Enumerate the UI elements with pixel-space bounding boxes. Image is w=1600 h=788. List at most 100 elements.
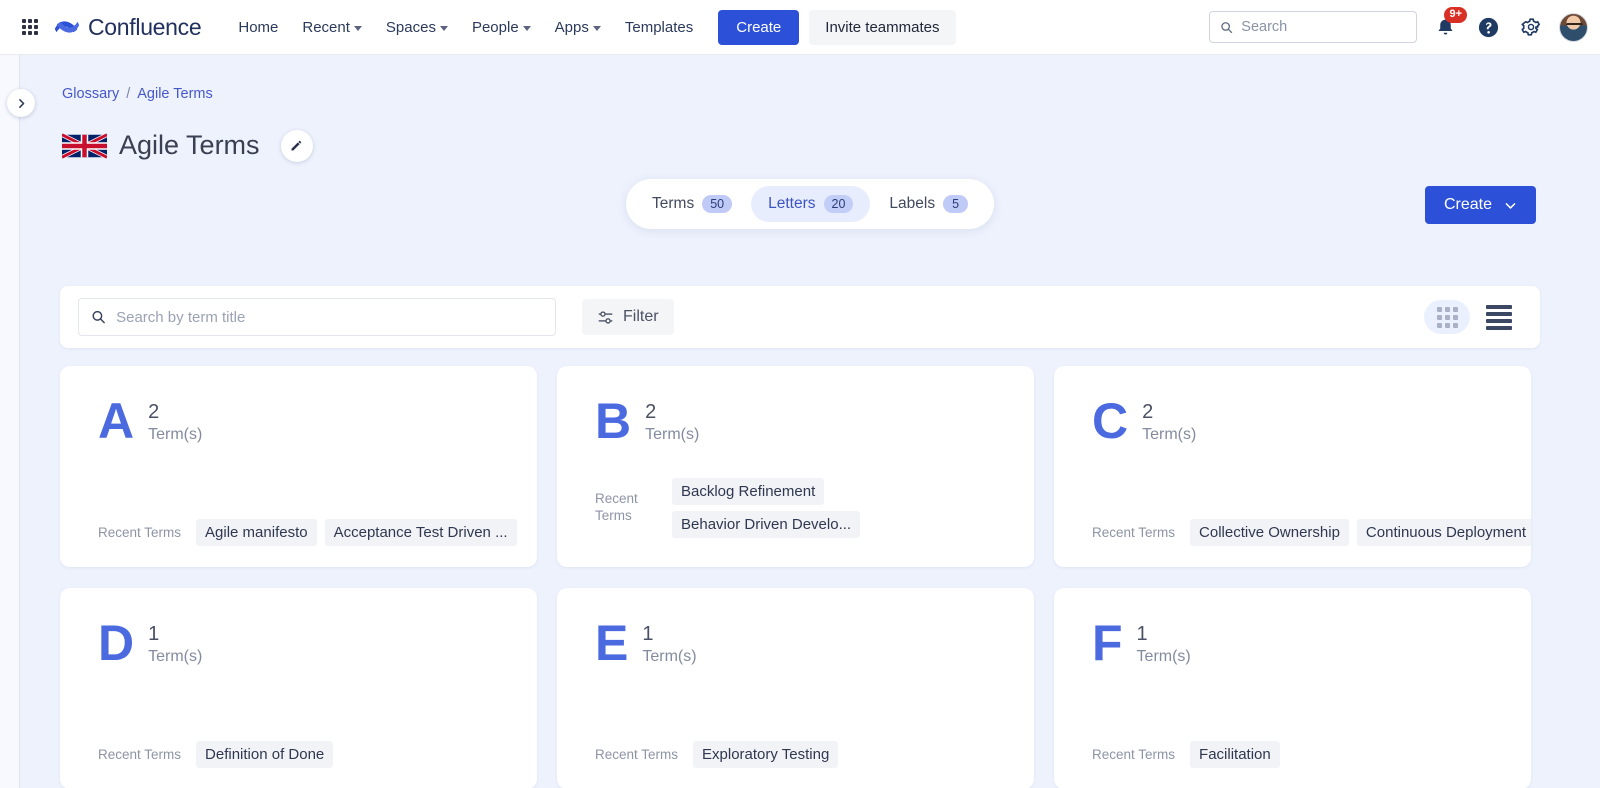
card-letter: B — [595, 393, 632, 449]
grid-view-icon — [1436, 306, 1458, 328]
card-header: C 2 Term(s) — [1092, 393, 1509, 449]
expand-sidebar-button[interactable] — [7, 89, 35, 117]
topnav-right-actions: 9+ — [1209, 7, 1588, 43]
breadcrumb-separator: / — [126, 86, 131, 102]
recent-terms-label: Recent Terms — [1092, 747, 1176, 762]
card-term-count-label: Term(s) — [1136, 648, 1191, 665]
sliders-icon — [598, 310, 613, 324]
chevron-down-icon — [592, 25, 601, 31]
grid-view-button[interactable] — [1424, 300, 1470, 334]
recent-terms-row: Recent Terms Backlog Refinement Behavior… — [595, 478, 1034, 538]
recent-terms-chips: Backlog Refinement Behavior Driven Devel… — [672, 478, 861, 538]
chevron-right-icon — [18, 98, 24, 108]
term-chip[interactable]: Continuous Deployment — [1356, 519, 1531, 546]
tab-terms[interactable]: Terms 50 — [635, 186, 749, 222]
nav-item-apps[interactable]: Apps — [544, 12, 612, 43]
nav-item-apps-label: Apps — [554, 18, 589, 36]
nav-item-people[interactable]: People — [461, 12, 542, 43]
letter-card-e[interactable]: E 1 Term(s) Recent Terms Exploratory Tes… — [557, 588, 1034, 788]
card-header: A 2 Term(s) — [98, 393, 515, 449]
card-term-count: 2 — [645, 401, 657, 423]
recent-terms-chips: Facilitation — [1190, 741, 1280, 768]
recent-terms-row: Recent Terms Definition of Done — [98, 741, 537, 768]
breadcrumb-glossary-link[interactable]: Glossary — [62, 86, 119, 102]
term-search-box[interactable] — [78, 298, 556, 336]
letter-card-grid: A 2 Term(s) Recent Terms Agile manifesto… — [60, 366, 1564, 788]
letter-card-f[interactable]: F 1 Term(s) Recent Terms Facilitation — [1054, 588, 1531, 788]
letter-card-b[interactable]: B 2 Term(s) Recent Terms Backlog Refinem… — [557, 366, 1034, 567]
term-chip[interactable]: Definition of Done — [196, 741, 334, 768]
nav-item-home-label: Home — [238, 18, 279, 36]
card-letter: A — [98, 393, 135, 449]
user-avatar[interactable] — [1559, 12, 1588, 42]
term-chip[interactable]: Acceptance Test Driven ... — [324, 519, 517, 546]
nav-item-recent[interactable]: Recent — [291, 12, 373, 43]
confluence-home-link[interactable]: Confluence — [54, 13, 202, 41]
term-chip[interactable]: Agile manifesto — [196, 519, 317, 546]
card-letter: E — [595, 615, 629, 671]
tab-letters[interactable]: Letters 20 — [751, 186, 871, 222]
card-count-block: 1 Term(s) — [148, 620, 202, 666]
nav-item-templates[interactable]: Templates — [614, 12, 704, 43]
term-chip[interactable]: Collective Ownership — [1190, 519, 1349, 546]
help-circle-icon — [1478, 17, 1498, 37]
tab-terms-count: 50 — [702, 195, 733, 213]
brand-name: Confluence — [88, 13, 202, 40]
page-header: Agile Terms — [21, 102, 1600, 166]
nav-item-home[interactable]: Home — [227, 12, 289, 43]
search-icon — [92, 310, 105, 324]
global-search-input[interactable] — [1241, 19, 1406, 35]
term-chip[interactable]: Behavior Driven Develo... — [672, 511, 861, 538]
tab-labels[interactable]: Labels 5 — [872, 186, 985, 222]
app-switcher-icon[interactable] — [16, 13, 44, 41]
create-term-button[interactable]: Create — [1424, 186, 1536, 224]
letter-card-d[interactable]: D 1 Term(s) Recent Terms Definition of D… — [60, 588, 537, 788]
term-search-input[interactable] — [116, 308, 543, 326]
recent-terms-row: Recent Terms Facilitation — [1092, 741, 1531, 768]
breadcrumb-current-page[interactable]: Agile Terms — [137, 86, 212, 102]
chevron-down-icon — [439, 25, 448, 31]
term-chip[interactable]: Backlog Refinement — [672, 478, 825, 505]
breadcrumb: Glossary / Agile Terms — [21, 55, 1600, 102]
tab-letters-count: 20 — [823, 195, 854, 213]
recent-terms-label: Recent Terms — [595, 747, 679, 762]
letter-card-a[interactable]: A 2 Term(s) Recent Terms Agile manifesto… — [60, 366, 537, 567]
list-view-button[interactable] — [1476, 300, 1522, 334]
help-button[interactable] — [1473, 12, 1503, 42]
card-term-count-label: Term(s) — [645, 426, 700, 443]
card-term-count: 1 — [148, 623, 160, 645]
card-count-block: 1 Term(s) — [1137, 620, 1191, 666]
glossary-stats-tabs: Terms 50 Letters 20 Labels 5 — [626, 179, 995, 229]
filter-button[interactable]: Filter — [582, 299, 674, 335]
card-count-block: 2 Term(s) — [1142, 398, 1196, 444]
card-header: F 1 Term(s) — [1092, 618, 1509, 667]
recent-terms-label: Recent Terms — [98, 525, 182, 540]
recent-terms-label: Recent Terms — [1092, 525, 1176, 540]
recent-terms-chips: Agile manifesto Acceptance Test Driven .… — [196, 519, 517, 546]
glossary-toolbar: Filter — [60, 286, 1540, 348]
nav-item-people-label: People — [471, 18, 519, 36]
nav-item-recent-label: Recent — [302, 18, 350, 36]
letter-card-c[interactable]: C 2 Term(s) Recent Terms Collective Owne… — [1054, 366, 1531, 567]
card-term-count: 2 — [148, 401, 160, 423]
term-chip[interactable]: Facilitation — [1190, 741, 1280, 768]
global-search-box[interactable] — [1209, 11, 1417, 43]
nav-item-spaces[interactable]: Spaces — [375, 12, 459, 43]
card-term-count-label: Term(s) — [642, 648, 697, 665]
create-button-topnav[interactable]: Create — [718, 9, 800, 45]
card-letter: C — [1092, 393, 1129, 449]
card-header: E 1 Term(s) — [595, 615, 1012, 671]
card-term-count: 1 — [1136, 623, 1148, 645]
edit-glossary-button[interactable] — [280, 129, 313, 162]
list-view-icon — [1486, 304, 1512, 330]
recent-terms-row: Recent Terms Exploratory Testing — [595, 741, 1034, 768]
search-icon — [1221, 21, 1233, 33]
card-header: B 2 Term(s) — [595, 393, 1012, 449]
notifications-button[interactable]: 9+ — [1430, 7, 1467, 42]
term-chip[interactable]: Exploratory Testing — [693, 741, 839, 768]
filter-button-label: Filter — [623, 308, 659, 325]
left-sidebar-rail — [0, 55, 20, 788]
invite-teammates-button[interactable]: Invite teammates — [809, 9, 956, 45]
settings-button[interactable] — [1516, 12, 1546, 42]
primary-nav-links: Home Recent Spaces People Apps Templates — [227, 12, 704, 43]
